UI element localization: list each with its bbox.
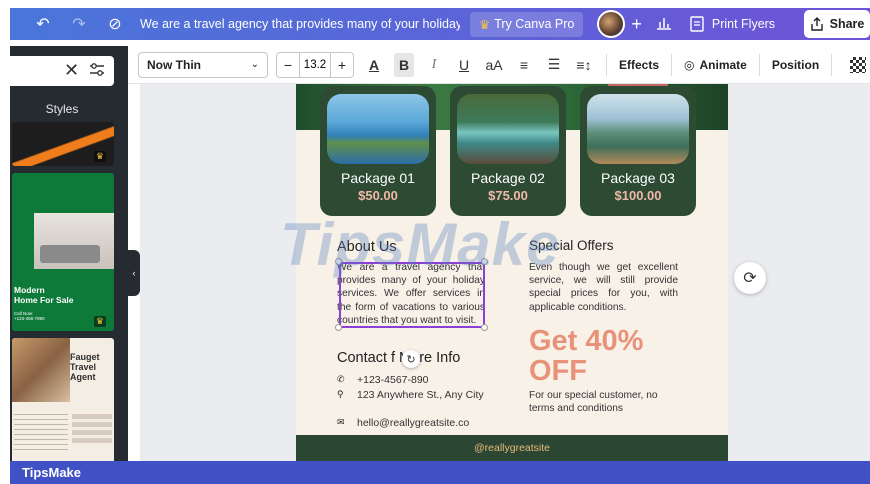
avatar[interactable] xyxy=(597,10,626,38)
text-toolbar: Now Thin ⌄ − 13.2 + A B I U aA ≡ ☰ ≡↕ Ef… xyxy=(128,46,870,84)
spacing-button[interactable]: ≡↕ xyxy=(574,53,594,77)
template-title: Fauget Travel Agent xyxy=(70,352,100,382)
crown-icon: ♛ xyxy=(93,316,106,327)
italic-button[interactable]: I xyxy=(424,53,444,77)
divider xyxy=(831,53,833,76)
insights-chart-icon[interactable] xyxy=(656,16,672,33)
crown-icon: ♛ xyxy=(93,151,106,162)
package-price: $75.00 xyxy=(488,188,528,203)
watermark: TipsMake xyxy=(280,211,561,278)
package-name: Package 01 xyxy=(341,170,415,186)
try-canva-pro-button[interactable]: ♛ Try Canva Pro xyxy=(470,11,584,37)
template-subtext: Call Now: +123-456-7890 xyxy=(14,311,45,321)
undo-icon[interactable]: ↶ xyxy=(32,13,54,35)
refresh-icon[interactable]: ⟳ xyxy=(734,262,766,294)
rotate-icon[interactable]: ↻ xyxy=(402,350,420,368)
design-title[interactable]: We are a travel agency that provides man… xyxy=(140,17,460,31)
phone-icon: ✆ xyxy=(337,374,345,384)
align-button[interactable]: ≡ xyxy=(514,53,534,77)
template-body-text xyxy=(14,414,68,454)
divider xyxy=(758,53,760,76)
font-size-stepper: − 13.2 + xyxy=(276,51,354,78)
list-button[interactable]: ☰ xyxy=(544,53,564,77)
canva-editor: ↶ ↷ ⊘ We are a travel agency that provid… xyxy=(0,0,870,484)
package-card[interactable]: Package 03 $100.00 xyxy=(580,86,696,216)
email-row[interactable]: ✉ hello@reallygreatsite.co xyxy=(337,417,469,429)
animate-label: Animate xyxy=(699,57,747,72)
templates-panel: ✕ Styles ♛ Modern Home For Sale Call Now… xyxy=(10,46,128,461)
collapse-panel-button[interactable]: ‹ xyxy=(128,250,140,296)
package-photo xyxy=(587,94,689,164)
package-price: $100.00 xyxy=(614,188,662,203)
animate-button[interactable]: ◎ Animate xyxy=(684,58,747,72)
travel-photo xyxy=(12,338,70,402)
template-thumbnail[interactable]: ♛ xyxy=(12,122,114,166)
template-thumbnail[interactable]: Fauget Travel Agent xyxy=(12,338,114,461)
styles-heading: Styles xyxy=(45,102,79,116)
add-collaborator-button[interactable]: + xyxy=(631,14,642,35)
address-text: 123 Anywhere St., Any City xyxy=(357,389,484,401)
font-dropdown[interactable]: Now Thin ⌄ xyxy=(138,51,268,78)
template-table xyxy=(72,414,112,444)
share-icon xyxy=(810,17,823,31)
decrease-size-button[interactable]: − xyxy=(277,57,299,73)
share-label: Share xyxy=(829,17,865,31)
package-price: $50.00 xyxy=(358,188,398,203)
effects-button[interactable]: Effects xyxy=(619,58,659,72)
font-size-input[interactable]: 13.2 xyxy=(299,52,331,77)
filter-icon[interactable] xyxy=(88,61,106,79)
template-thumbnail[interactable]: Modern Home For Sale Call Now: +123-456-… xyxy=(12,173,114,331)
increase-size-button[interactable]: + xyxy=(331,57,353,73)
address-row[interactable]: ⚲ 123 Anywhere St., Any City xyxy=(337,389,487,402)
package-photo xyxy=(457,94,559,164)
contact-heading[interactable]: Contact f More Info xyxy=(337,350,460,366)
email-text: hello@reallygreatsite.co xyxy=(357,417,470,429)
redo-icon[interactable]: ↷ xyxy=(68,13,90,35)
text-color-button[interactable]: A xyxy=(364,53,384,77)
underline-button[interactable]: U xyxy=(454,53,474,77)
search-field[interactable]: ✕ xyxy=(10,56,114,86)
cloud-check-icon: ⊘ xyxy=(108,16,122,33)
package-name: Package 03 xyxy=(601,170,675,186)
transparency-icon[interactable] xyxy=(850,56,867,73)
package-name: Package 02 xyxy=(471,170,545,186)
canvas-area: Package 01 $50.00 Package 02 $75.00 Pack… xyxy=(140,84,870,461)
phone-text: +123-4567-890 xyxy=(357,374,429,386)
phone-row[interactable]: ✆ +123-4567-890 xyxy=(337,374,429,386)
letter-case-button[interactable]: aA xyxy=(484,53,504,77)
offer-conditions[interactable]: For our special customer, no terms and c… xyxy=(529,389,679,415)
font-name: Now Thin xyxy=(147,57,201,72)
package-card[interactable]: Package 02 $75.00 xyxy=(450,86,566,216)
location-icon: ⚲ xyxy=(337,389,344,399)
chevron-down-icon: ⌄ xyxy=(250,59,259,70)
try-pro-label: Try Canva Pro xyxy=(494,17,575,31)
position-button[interactable]: Position xyxy=(772,58,819,72)
close-icon[interactable]: ✕ xyxy=(64,60,79,81)
bold-button[interactable]: B xyxy=(394,52,414,77)
discount-headline[interactable]: Get 40% OFF xyxy=(529,326,699,386)
top-bar: ↶ ↷ ⊘ We are a travel agency that provid… xyxy=(10,8,870,40)
crown-icon: ♛ xyxy=(479,17,491,32)
package-photo xyxy=(327,94,429,164)
share-button[interactable]: Share xyxy=(804,10,870,38)
package-card[interactable]: Package 01 $50.00 xyxy=(320,86,436,216)
print-icon xyxy=(690,16,704,32)
resize-handle[interactable] xyxy=(481,324,488,331)
print-flyers-button[interactable]: Print Flyers xyxy=(690,16,775,32)
sofa-shape xyxy=(40,245,100,263)
bottom-bar: TipsMake xyxy=(10,461,870,484)
divider xyxy=(671,53,673,76)
divider xyxy=(606,53,607,76)
resize-handle[interactable] xyxy=(335,324,342,331)
mail-icon: ✉ xyxy=(337,417,345,427)
template-title: Modern Home For Sale xyxy=(14,285,74,305)
animate-icon: ◎ xyxy=(684,57,695,72)
print-flyers-label: Print Flyers xyxy=(711,17,776,31)
footer-handle[interactable]: @reallygreatsite xyxy=(296,435,728,461)
